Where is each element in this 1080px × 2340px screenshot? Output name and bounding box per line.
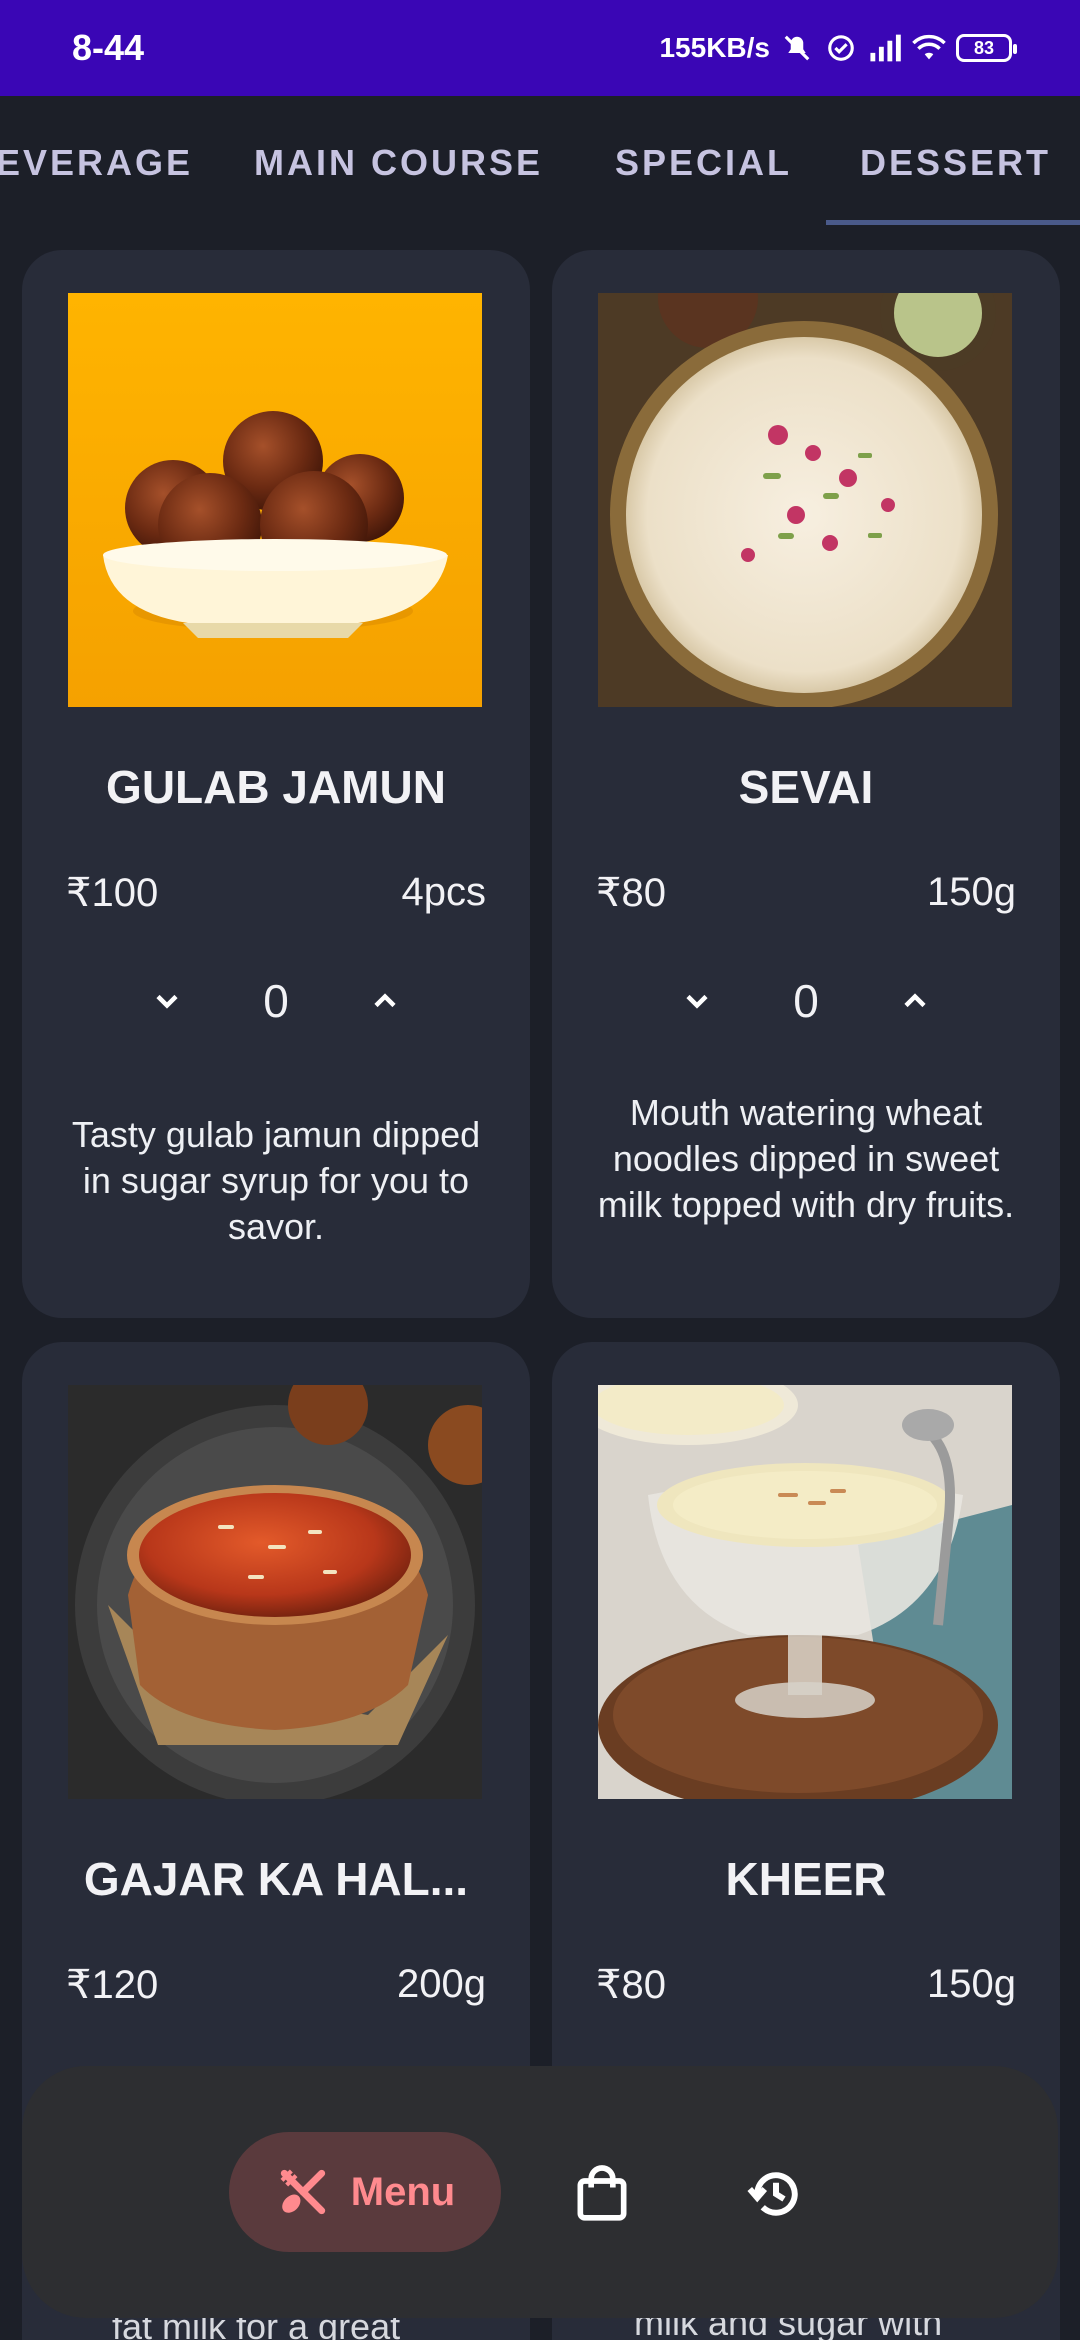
shopping-bag-icon [577,2165,627,2221]
status-time: 8-44 [72,27,145,68]
cutlery-icon [280,2169,325,2215]
item-count: 0 [263,975,289,1027]
chevron-up-icon [374,993,396,1008]
menu-card-sevai: SEVAI ₹80 150g 0 Mouth watering wheat no… [552,250,1060,1318]
item-name: GAJAR KA HAL... [83,1853,469,1905]
item-price: ₹80 [596,1963,666,2007]
nav-menu-button[interactable]: Menu [229,2132,501,2252]
chevron-up-icon [904,993,926,1008]
category-tabs: EVERAGE MAIN COURSE SPECIAL DESSERT [0,96,1080,230]
signal-icon [868,31,902,65]
nav-menu-label: Menu [350,2169,456,2214]
item-name: GULAB JAMUN [106,761,446,813]
nav-cart-button[interactable] [570,2162,634,2226]
bottom-navigation: Menu [22,2066,1058,2318]
decrease-button[interactable] [662,966,732,1036]
item-count: 0 [793,975,819,1027]
kheer-image [598,1385,1012,1799]
battery-icon: 83 [956,34,1017,62]
quantity-stepper: 0 [552,966,1060,1036]
item-quantity: 4pcs [401,870,487,914]
decrease-button[interactable] [132,966,202,1036]
chevron-down-icon [156,994,178,1009]
item-description: Tasty gulab jamun dipped in sugar syrup … [71,1114,481,1247]
mute-icon [780,31,814,65]
item-price: ₹100 [66,871,159,915]
tab-dessert[interactable]: DESSERT [860,142,1051,184]
item-price: ₹80 [596,871,666,915]
vpn-icon [824,31,858,65]
item-name: KHEER [725,1853,887,1905]
tab-main-course[interactable]: MAIN COURSE [254,142,543,184]
history-icon [747,2172,798,2216]
tab-beverage[interactable]: EVERAGE [0,142,193,184]
status-icons: 155KB/s 83 [659,31,1017,65]
wifi-icon [912,31,946,65]
item-price: ₹120 [66,1963,159,2007]
item-quantity: 200g [397,1962,486,2006]
quantity-stepper: 0 [22,966,530,1036]
gajar-ka-halwa-image [68,1385,482,1799]
tab-selected-indicator [826,220,1080,225]
menu-card-gulab-jamun: GULAB JAMUN ₹100 4pcs 0 Tasty gulab jamu… [22,250,530,1318]
tab-special[interactable]: SPECIAL [615,142,792,184]
item-quantity: 150g [927,870,1016,914]
chevron-down-icon [686,994,708,1009]
item-name: SEVAI [738,761,874,813]
increase-button[interactable] [350,966,420,1036]
sevai-image [598,293,1012,707]
gulab-jamun-image [68,293,482,707]
item-quantity: 150g [927,1962,1016,2006]
nav-history-button[interactable] [744,2162,808,2226]
increase-button[interactable] [880,966,950,1036]
item-description: Mouth watering wheat noodles dipped in s… [597,1092,1015,1225]
network-speed: 155KB/s [659,32,770,63]
status-bar: 8-44 155KB/s 83 [0,0,1080,96]
